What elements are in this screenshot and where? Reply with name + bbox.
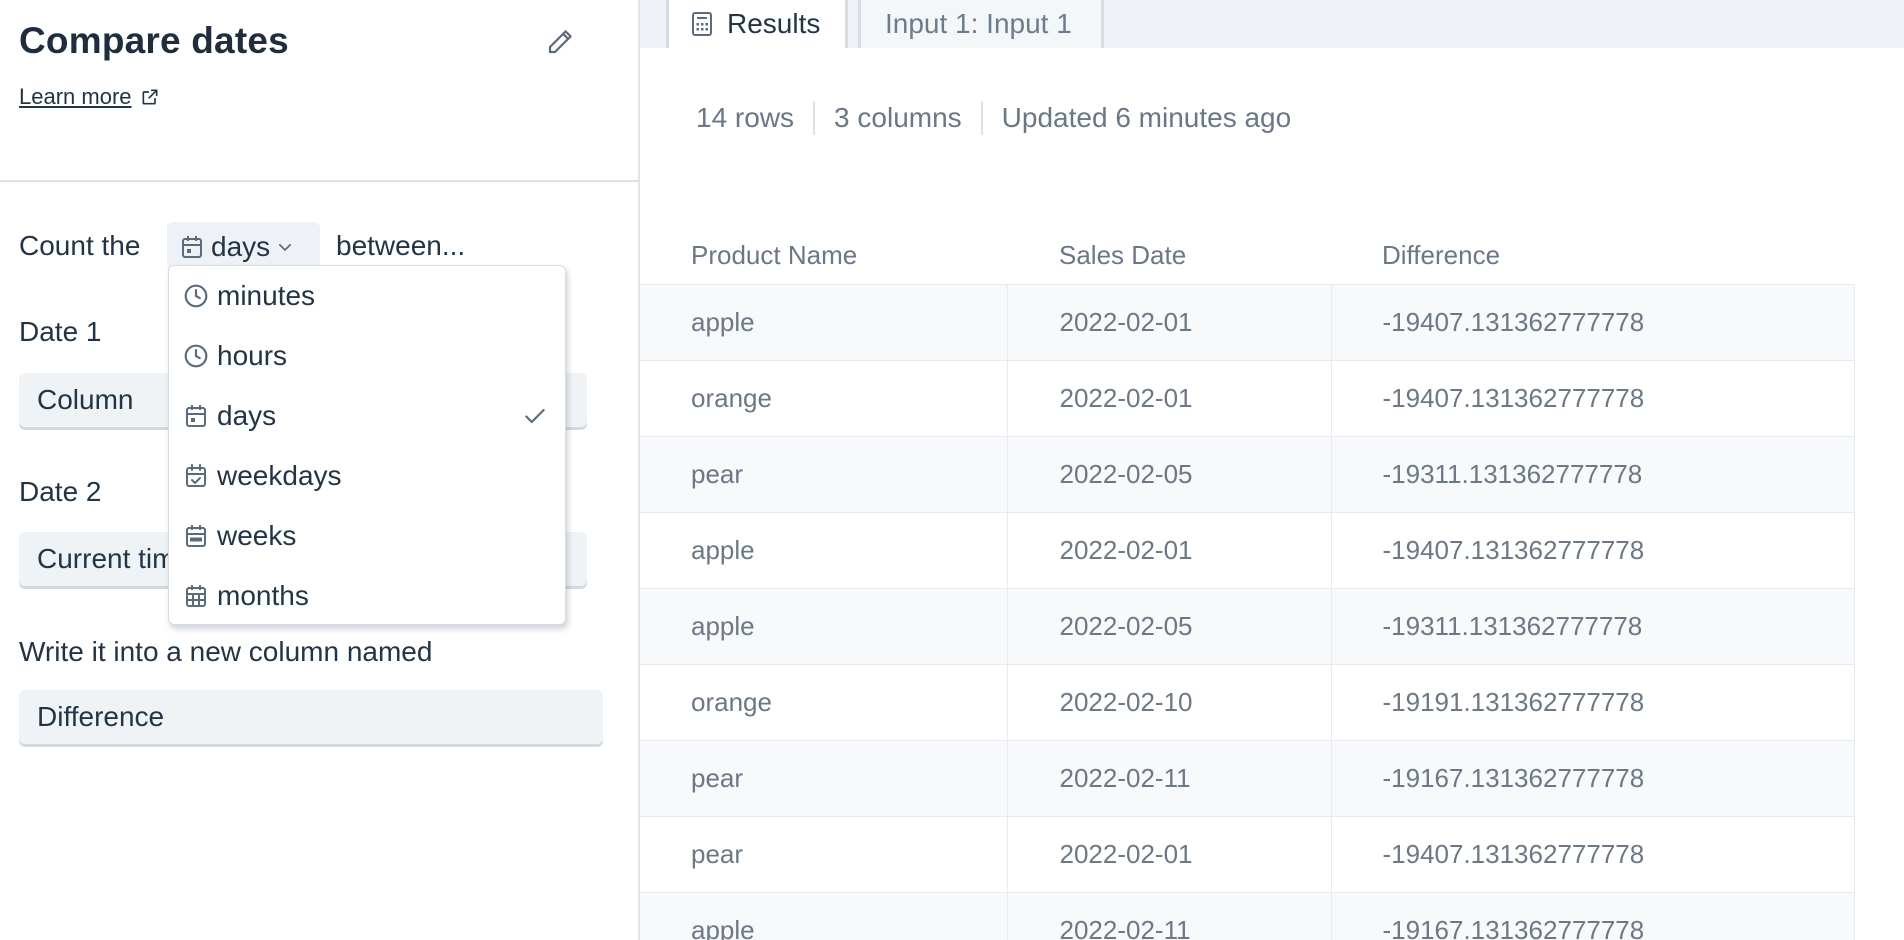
dropdown-item-label: hours [217,340,288,371]
table-cell: orange [640,359,1008,436]
table-cell: pear [640,435,1008,512]
table-cell: apple [640,587,1008,664]
table-cell: -19407.131362777778 [1331,359,1855,436]
date1-select-value: Column [37,384,134,415]
table-row: orange 2022-02-10 -19191.131362777778 [640,663,1855,740]
table-cell: -19311.131362777778 [1331,587,1855,664]
calendar-check-icon [183,463,209,489]
tab-input[interactable]: Input 1: Input 1 [858,0,1104,48]
table-cell: 2022-02-01 [1007,359,1332,436]
dropdown-item-weeks[interactable]: weeks [169,506,565,566]
table-cell: apple [640,283,1008,360]
table-cell: 2022-02-11 [1007,739,1332,816]
date1-label: Date 1 [19,316,102,347]
dropdown-item-label: weekdays [217,460,342,491]
table-cell: 2022-02-01 [1007,511,1332,588]
config-panel: Compare dates Learn more Count the days … [0,0,640,940]
dropdown-item-weekdays[interactable]: weekdays [169,446,565,506]
table-cell: 2022-02-05 [1007,587,1332,664]
table-cell: 2022-02-10 [1007,663,1332,740]
dropdown-item-hours[interactable]: hours [169,326,565,386]
calendar-icon [182,236,202,258]
results-table: Product Name Sales Date Difference apple… [640,228,1855,940]
table-cell: -19407.131362777778 [1331,283,1855,360]
dropdown-item-days[interactable]: days [169,386,565,446]
clock-icon [183,343,209,369]
write-column-label: Write it into a new column named [19,636,433,667]
table-cell: -19407.131362777778 [1331,511,1855,588]
table-row: apple 2022-02-01 -19407.131362777778 [640,283,1855,360]
learn-more-link[interactable]: Learn more [19,84,160,110]
table-cell: -19311.131362777778 [1331,435,1855,512]
column-header[interactable]: Sales Date [1007,228,1331,284]
tab-input-label: Input 1: Input 1 [885,8,1072,39]
table-cell: apple [640,891,1008,940]
dropdown-item-label: days [217,400,277,431]
table-cell: pear [640,815,1008,892]
table-cell: pear [640,739,1008,816]
dropdown-item-label: months [217,580,309,611]
unit-dropdown-menu: minutes hours days weekdays weeks months [168,265,566,625]
result-stats: 14 rows 3 columns Updated 6 minutes ago [696,100,1310,136]
row-count: 14 rows [696,102,795,133]
pencil-icon [548,30,572,54]
table-cell: 2022-02-05 [1007,435,1332,512]
edit-button[interactable] [542,24,578,60]
table-cell: -19167.131362777778 [1331,891,1855,940]
dropdown-item-label: weeks [217,520,297,551]
panel-title: Compare dates [19,20,289,61]
table-row: apple 2022-02-11 -19167.131362777778 [640,891,1855,940]
calculator-icon [692,12,712,36]
calendar-icon [183,403,209,429]
calendar-week-icon [183,523,209,549]
table-row: pear 2022-02-05 -19311.131362777778 [640,435,1855,512]
dropdown-item-label: minutes [217,280,316,311]
table-cell: 2022-02-01 [1007,283,1332,360]
count-the-label: Count the [19,230,141,261]
table-row: pear 2022-02-11 -19167.131362777778 [640,739,1855,816]
table-cell: -19191.131362777778 [1331,663,1855,740]
calendar-grid-icon [183,583,209,609]
dropdown-item-months[interactable]: months [169,566,565,624]
tab-results-label: Results [727,8,821,39]
clock-icon [183,283,209,309]
table-row: apple 2022-02-05 -19311.131362777778 [640,587,1855,664]
table-cell: 2022-02-11 [1007,891,1332,940]
date2-label: Date 2 [19,476,102,507]
tab-bar: Results Input 1: Input 1 [640,0,1904,48]
table-cell: orange [640,663,1008,740]
dropdown-item-minutes[interactable]: minutes [169,266,565,326]
table-row: apple 2022-02-01 -19407.131362777778 [640,511,1855,588]
table-cell: apple [640,511,1008,588]
column-count: 3 columns [834,102,962,133]
checkmark-icon [521,402,549,430]
table-cell: -19167.131362777778 [1331,739,1855,816]
table-row: pear 2022-02-01 -19407.131362777778 [640,815,1855,892]
column-header[interactable]: Difference [1331,228,1854,284]
tab-results[interactable]: Results [666,0,848,48]
between-label: between... [336,230,466,261]
table-header-row: Product Name Sales Date Difference [640,228,1854,284]
updated-time: Updated 6 minutes ago [1001,102,1292,133]
panel-divider [0,180,640,182]
column-header[interactable]: Product Name [640,228,1007,284]
external-link-icon [142,89,158,105]
results-panel: Results Input 1: Input 1 14 rows 3 colum… [640,0,1904,940]
unit-select-value: days [211,231,271,262]
chevron-down-icon [279,243,292,251]
table-cell: -19407.131362777778 [1331,815,1855,892]
table-cell: 2022-02-01 [1007,815,1332,892]
table-row: orange 2022-02-01 -19407.131362777778 [640,359,1855,436]
column-name-input[interactable] [19,690,603,744]
learn-more-label: Learn more [19,84,132,109]
